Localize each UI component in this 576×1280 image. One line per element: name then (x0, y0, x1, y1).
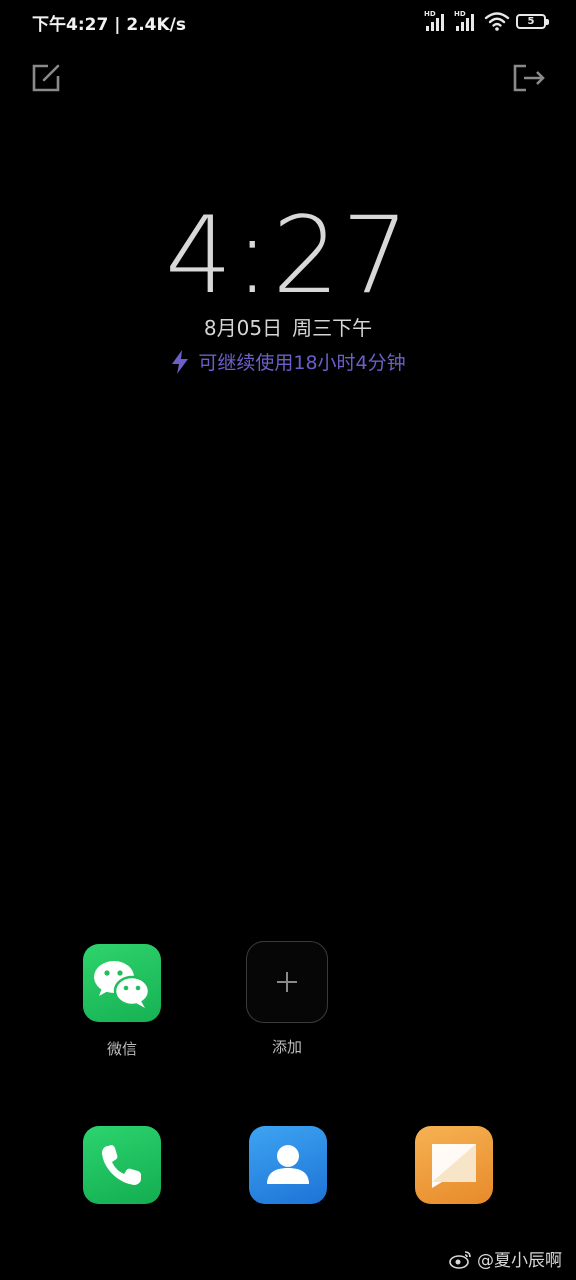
wifi-icon (484, 12, 510, 31)
status-icons: HD HD 5 (424, 8, 549, 34)
status-bar: 下午4:27 | 2.4K/s HD HD 5 (0, 0, 576, 44)
weibo-icon (449, 1250, 471, 1269)
messages-icon (415, 1126, 493, 1204)
status-time: 下午4:27 (32, 15, 109, 35)
app-label-add: 添加 (271, 1038, 302, 1056)
battery-hint-text: 可继续使用18小时4分钟 (198, 352, 406, 374)
lightning-icon (172, 349, 189, 374)
sim1-signal-icon: HD (424, 10, 448, 32)
edit-button[interactable] (30, 62, 62, 94)
date-line: 8月05日 周三下午 (0, 312, 576, 341)
dock-contacts[interactable] (243, 1126, 333, 1204)
watermark: @夏小辰啊 (449, 1246, 562, 1271)
status-separator: | (114, 15, 121, 35)
battery-level: 5 (527, 15, 535, 27)
status-left: 下午4:27 | 2.4K/s (32, 10, 186, 35)
app-wechat[interactable]: 微信 (77, 944, 167, 1059)
sim2-signal-icon: HD (454, 10, 478, 32)
dock-phone[interactable] (77, 1126, 167, 1204)
exit-icon (513, 64, 545, 92)
edit-icon (32, 64, 60, 92)
clock-date: 8月05日 (203, 316, 283, 340)
battery-icon: 5 (516, 13, 549, 29)
clock-weekday: 周三下午 (292, 316, 373, 340)
app-label-wechat: 微信 (106, 1040, 137, 1058)
phone-icon (83, 1126, 161, 1204)
exit-button[interactable] (512, 62, 546, 94)
contacts-icon (249, 1126, 327, 1204)
wechat-icon (83, 944, 161, 1022)
clock-time: 4:27 (164, 194, 412, 317)
app-add[interactable]: 添加 (242, 941, 332, 1057)
network-speed: 2.4K/s (126, 15, 186, 35)
plus-icon (277, 972, 297, 992)
add-tile (246, 941, 328, 1023)
dock-messages[interactable] (409, 1126, 499, 1204)
watermark-text: @夏小辰啊 (477, 1251, 562, 1271)
battery-hint: 可继续使用18小时4分钟 (0, 348, 576, 375)
